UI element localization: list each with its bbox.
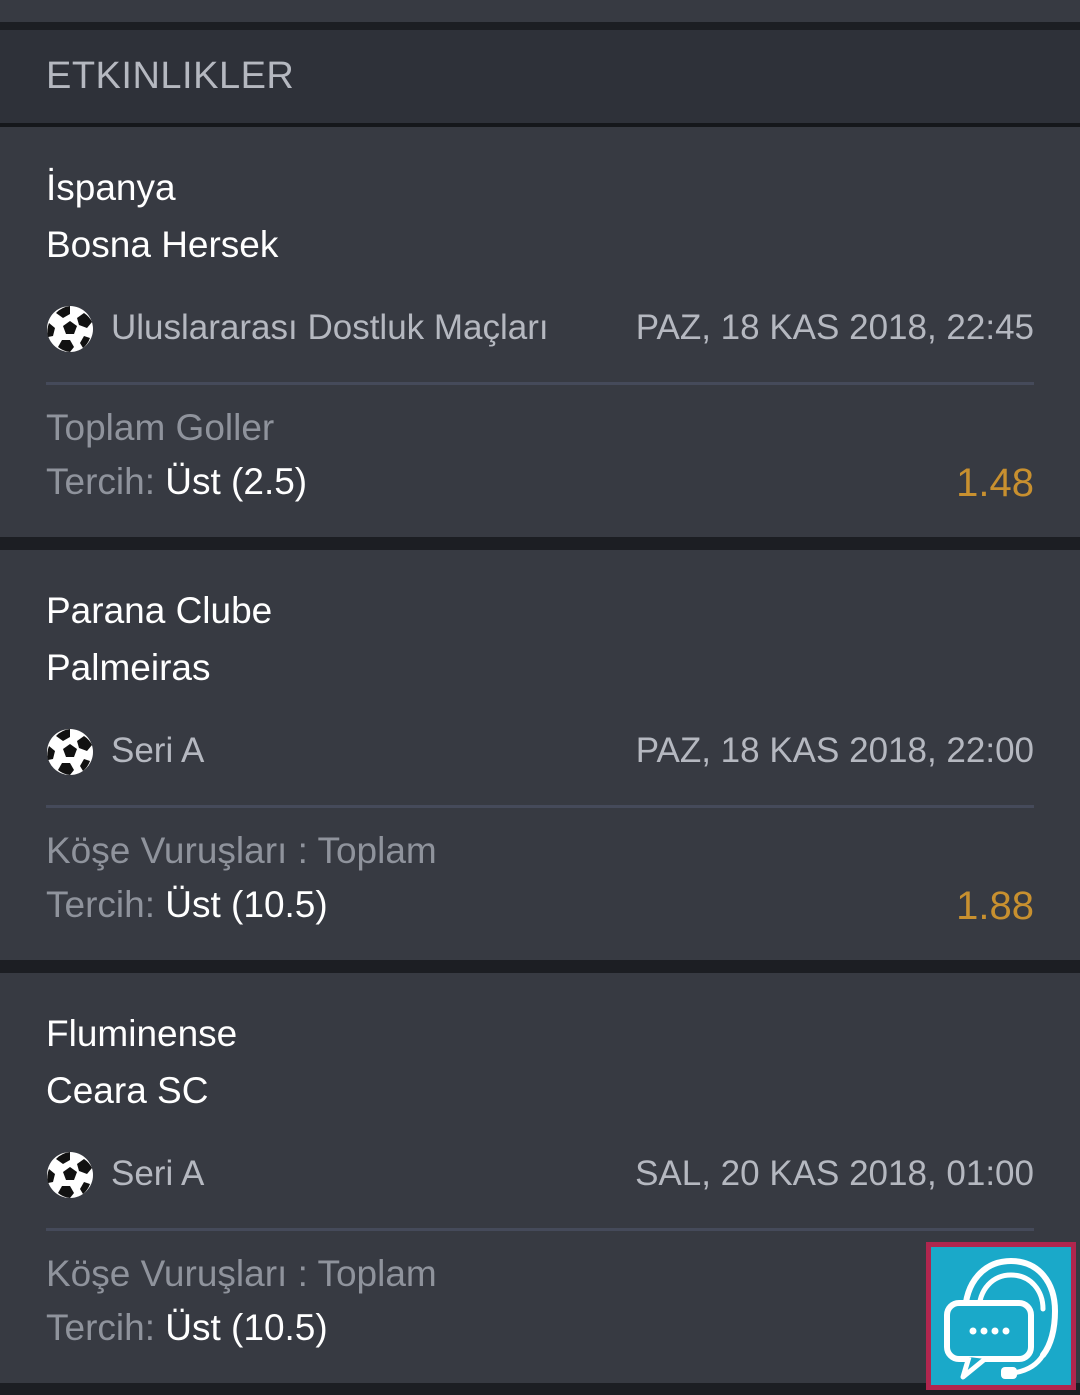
pick-value: Üst (10.5)	[165, 1307, 328, 1348]
league-name: Seri A	[111, 731, 205, 770]
market-name: Toplam Goller	[46, 407, 275, 448]
odds-value: 1.48	[956, 461, 1034, 505]
divider	[0, 22, 1080, 30]
event-datetime: SAL, 20 KAS 2018, 01:00	[635, 1154, 1034, 1193]
pick-label: Tercih:	[46, 1307, 166, 1348]
event-meta: Seri A PAZ, 18 KAS 2018, 22:00	[46, 726, 1034, 778]
event-card[interactable]: İspanya Bosna Hersek Uluslararası Dostlu…	[0, 127, 1080, 537]
pick-row: Tercih: Üst (10.5)	[46, 1307, 1034, 1353]
market-name: Köşe Vuruşları : Toplam	[46, 830, 437, 871]
soccer-ball-icon	[47, 1152, 93, 1198]
home-team: Fluminense	[46, 1013, 238, 1054]
pick-row: Tercih: Üst (10.5) 1.88	[46, 884, 1034, 930]
event-card[interactable]: Parana Clube Palmeiras Seri A PAZ, 18 KA…	[0, 550, 1080, 960]
pick-label: Tercih:	[46, 461, 166, 502]
pick-row: Tercih: Üst (2.5) 1.48	[46, 461, 1034, 507]
divider	[0, 1383, 1080, 1395]
support-chat-headset-icon	[944, 1257, 1059, 1380]
home-team: İspanya	[46, 167, 176, 208]
previous-section-strip	[0, 0, 1080, 22]
soccer-ball-icon	[47, 729, 93, 775]
divider	[46, 805, 1034, 808]
market-name: Köşe Vuruşları : Toplam	[46, 1253, 437, 1294]
pick-value: Üst (10.5)	[165, 884, 328, 925]
league-name: Seri A	[111, 1154, 205, 1193]
event-datetime: PAZ, 18 KAS 2018, 22:45	[635, 308, 1034, 347]
support-chat-button[interactable]	[926, 1242, 1076, 1390]
event-datetime: PAZ, 18 KAS 2018, 22:00	[635, 731, 1034, 770]
away-team: Ceara SC	[46, 1070, 209, 1111]
away-team: Palmeiras	[46, 647, 211, 688]
event-meta: Uluslararası Dostluk Maçları PAZ, 18 KAS…	[46, 303, 1034, 355]
divider	[0, 960, 1080, 973]
events-section-header: ETKINLIKLER	[0, 30, 1080, 123]
event-card[interactable]: Fluminense Ceara SC Seri A SAL, 20 KAS 2…	[0, 973, 1080, 1383]
home-team: Parana Clube	[46, 590, 273, 631]
soccer-ball-icon	[47, 306, 93, 352]
away-team: Bosna Hersek	[46, 224, 279, 265]
divider	[0, 537, 1080, 550]
pick-label: Tercih:	[46, 884, 166, 925]
event-meta: Seri A SAL, 20 KAS 2018, 01:00	[46, 1149, 1034, 1201]
league-name: Uluslararası Dostluk Maçları	[111, 308, 549, 347]
odds-value: 1.88	[956, 884, 1034, 928]
divider	[46, 382, 1034, 385]
divider	[46, 1228, 1034, 1231]
section-title: ETKINLIKLER	[46, 55, 295, 97]
pick-value: Üst (2.5)	[165, 461, 308, 502]
